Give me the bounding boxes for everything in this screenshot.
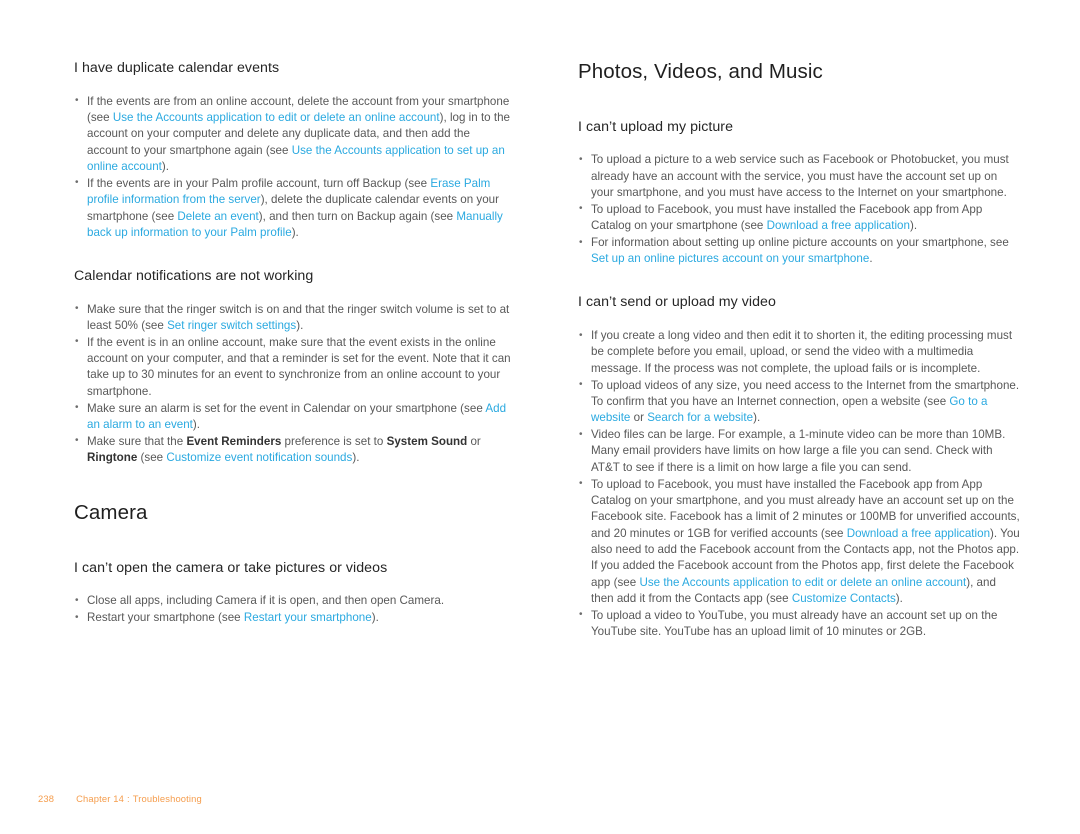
- cross-reference-link[interactable]: Download a free application: [767, 219, 910, 232]
- subsection-heading: I can’t upload my picture: [578, 118, 734, 135]
- cross-reference-link[interactable]: Restart your smartphone: [244, 611, 372, 624]
- left-column: I have duplicate calendar events If the e…: [74, 60, 512, 627]
- subsection-heading: I can’t send or upload my video: [578, 294, 776, 311]
- body-text: If the event is in an online account, ma…: [87, 335, 511, 398]
- body-text: ), and then turn on Backup again (see: [258, 209, 457, 223]
- heading-list-spacer: [578, 312, 1020, 328]
- heading-list-spacer: [578, 136, 1020, 152]
- footer-chapter-title: Troubleshooting: [132, 793, 202, 804]
- footer-separator: :: [126, 793, 130, 804]
- body-text: Make sure an alarm is set for the event …: [87, 401, 486, 415]
- body-text: ).: [909, 219, 918, 233]
- footer-page-number: 238: [38, 793, 55, 804]
- bullet-list: To upload a picture to a web service suc…: [578, 152, 1020, 267]
- body-text: Restart your smartphone (see: [87, 611, 244, 625]
- heading-list-spacer: [74, 78, 512, 94]
- cross-reference-link[interactable]: Customize event notification sounds: [166, 451, 352, 464]
- subsection-heading: I have duplicate calendar events: [74, 60, 280, 76]
- bullet-list: If the events are from an online account…: [74, 93, 512, 242]
- list-item: Video files can be large. For example, a…: [578, 427, 1020, 476]
- list-item: If you create a long video and then edit…: [578, 327, 1020, 377]
- body-text: or: [467, 434, 481, 448]
- emphasized-term: System Sound: [386, 434, 468, 448]
- cross-reference-link[interactable]: Delete an event: [177, 210, 258, 223]
- list-item: If the events are in your Palm profile a…: [74, 175, 512, 241]
- list-item: To upload a video to YouTube, you must a…: [578, 607, 1020, 641]
- emphasized-term: Event Reminders: [186, 434, 282, 448]
- list-item: For information about setting up online …: [578, 235, 1020, 268]
- body-text: If you create a long video and then edit…: [591, 329, 1013, 375]
- body-text: preference is set to: [281, 434, 387, 448]
- body-text: For information about setting up online …: [591, 236, 1009, 250]
- subsection-heading: I can’t open the camera or take pictures…: [74, 559, 388, 576]
- list-item: Make sure that the Event Reminders prefe…: [74, 433, 512, 467]
- cross-reference-link[interactable]: Use the Accounts application to edit or …: [113, 111, 440, 124]
- body-text: ).: [753, 411, 761, 425]
- cross-reference-link[interactable]: Download a free application: [847, 527, 990, 540]
- body-text: ).: [161, 160, 170, 174]
- section-heading: Photos, Videos, and Music: [578, 60, 823, 83]
- page-footer: 238 Chapter 14: Troubleshooting: [38, 793, 202, 804]
- bullet-list: Close all apps, including Camera if it i…: [74, 593, 512, 627]
- body-text: ).: [352, 451, 360, 465]
- right-column: Photos, Videos, and Music I can’t upload …: [578, 60, 1020, 641]
- list-item: Make sure that the ringer switch is on a…: [74, 301, 512, 335]
- list-item: Restart your smartphone (see Restart you…: [74, 610, 512, 627]
- section-heading: Camera: [74, 501, 148, 525]
- emphasized-term: Ringtone: [87, 451, 138, 465]
- body-text: ).: [291, 226, 299, 239]
- cross-reference-link[interactable]: Set ringer switch settings: [167, 319, 296, 332]
- cross-reference-link[interactable]: Customize Contacts: [792, 592, 896, 605]
- body-text: ).: [895, 592, 903, 605]
- body-text: Video files can be large. For example, a…: [591, 428, 1006, 474]
- heading-list-spacer: [74, 577, 512, 593]
- body-text: ).: [296, 318, 304, 332]
- list-item: Close all apps, including Camera if it i…: [74, 593, 512, 610]
- body-text: (see: [137, 451, 167, 465]
- list-item: To upload a picture to a web service suc…: [578, 152, 1020, 201]
- body-text: ).: [371, 611, 379, 625]
- footer-chapter: Chapter 14: [76, 793, 124, 804]
- cross-reference-link[interactable]: Set up an online pictures account on you…: [591, 252, 869, 265]
- list-item: If the event is in an online account, ma…: [74, 334, 512, 400]
- body-text: or: [630, 411, 648, 425]
- cross-reference-link[interactable]: Use the Accounts application to edit or …: [639, 576, 966, 589]
- bullet-list: If you create a long video and then edit…: [578, 327, 1020, 641]
- body-text: ).: [192, 418, 201, 431]
- heading-list-spacer: [74, 286, 512, 302]
- cross-reference-link[interactable]: Search for a website: [647, 411, 753, 424]
- list-item: To upload to Facebook, you must have ins…: [578, 201, 1020, 235]
- body-text: To upload a video to YouTube, you must a…: [591, 608, 998, 639]
- page-canvas: I have duplicate calendar events If the e…: [0, 0, 1080, 834]
- body-text: Make sure that the: [87, 434, 187, 448]
- body-text: If the events are in your Palm profile a…: [87, 176, 431, 190]
- list-item: If the events are from an online account…: [74, 93, 512, 176]
- list-item: To upload videos of any size, you need a…: [578, 377, 1020, 427]
- body-text: .: [869, 252, 873, 266]
- list-item: Make sure an alarm is set for the event …: [74, 400, 512, 434]
- list-item: To upload to Facebook, you must have ins…: [578, 476, 1020, 608]
- subsection-heading: Calendar notifications are not working: [74, 267, 314, 284]
- body-text: Close all apps, including Camera if it i…: [87, 594, 445, 608]
- body-text: To upload a picture to a web service suc…: [591, 153, 1009, 200]
- bullet-list: Make sure that the ringer switch is on a…: [74, 301, 512, 467]
